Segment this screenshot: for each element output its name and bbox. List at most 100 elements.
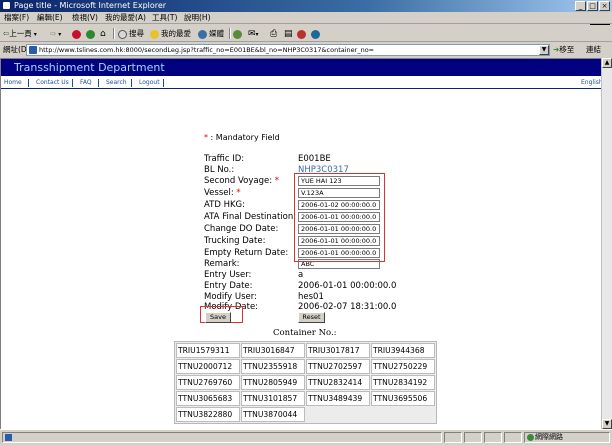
menu-tools[interactable]: 工具(T) bbox=[152, 12, 177, 24]
container-table: TRIU1579311 TRIU3016847 TRIU3017817 TRIU394… bbox=[174, 341, 437, 424]
reset-button[interactable]: Reset bbox=[298, 312, 325, 323]
history-icon bbox=[233, 29, 242, 39]
remark-label: Remark: bbox=[204, 259, 240, 269]
minimize-button[interactable]: _ bbox=[575, 1, 586, 11]
traffic-id-label: Traffic ID: bbox=[204, 154, 245, 164]
entry-date-value: 2006-01-01 00:00:00.0 bbox=[298, 281, 397, 291]
ata-final-label: ATA Final Destination: bbox=[204, 212, 297, 222]
container-cell: TRIU3016847 bbox=[241, 343, 305, 358]
status-cell bbox=[464, 432, 482, 443]
history-button[interactable] bbox=[233, 27, 244, 40]
forward-button[interactable]: ⇨ ▾ bbox=[50, 27, 61, 40]
table-row: TTNU2769760 TTNU2805949 TTNU2832414 TTNU283… bbox=[176, 375, 435, 390]
required-star: * bbox=[204, 133, 208, 142]
container-cell: TRIU3944368 bbox=[371, 343, 435, 358]
container-cell: TTNU2355918 bbox=[241, 359, 305, 374]
scroll-up-button[interactable]: ▲ bbox=[602, 58, 612, 68]
container-cell: TTNU2805949 bbox=[241, 375, 305, 390]
container-cell bbox=[371, 407, 435, 422]
container-cell: TTNU3695506 bbox=[371, 391, 435, 406]
toolbar-separator bbox=[113, 28, 115, 39]
traffic-id-value: E001BE bbox=[298, 154, 331, 164]
container-cell: TTNU2750229 bbox=[371, 359, 435, 374]
container-cell: TTNU3101857 bbox=[241, 391, 305, 406]
messenger-button[interactable] bbox=[311, 27, 322, 40]
menu-view[interactable]: 檢視(V) bbox=[72, 12, 98, 24]
address-input[interactable]: http://www.tslines.com.hk:8000/secondLeg… bbox=[26, 44, 550, 56]
container-cell: TTNU3870044 bbox=[241, 407, 305, 422]
status-cell bbox=[444, 432, 462, 443]
nav-english[interactable]: English bbox=[581, 78, 601, 88]
nav-separator bbox=[163, 79, 164, 87]
messenger-icon bbox=[311, 29, 320, 39]
home-icon: ⌂ bbox=[100, 29, 106, 39]
nav-logout[interactable]: Logout bbox=[139, 78, 160, 88]
maximize-button[interactable]: □ bbox=[587, 1, 598, 11]
empty-return-label: Empty Return Date: bbox=[204, 248, 289, 258]
window-title: Page title - Microsoft Internet Explorer bbox=[14, 1, 167, 10]
entry-user-label: Entry User: bbox=[204, 270, 252, 280]
container-cell: TTNU2834192 bbox=[371, 375, 435, 390]
table-row: TRIU1579311 TRIU3016847 TRIU3017817 TRIU394… bbox=[176, 343, 435, 358]
home-button[interactable]: ⌂ bbox=[100, 27, 106, 40]
refresh-button[interactable] bbox=[86, 27, 97, 40]
container-title: Container No.: bbox=[273, 328, 337, 338]
menu-favorites[interactable]: 我的最愛(A) bbox=[105, 12, 146, 24]
search-icon bbox=[118, 29, 127, 39]
title-bar: Page title - Microsoft Internet Explorer… bbox=[0, 0, 612, 12]
modify-date-value: 2006-02-07 18:31:00.0 bbox=[298, 302, 397, 312]
container-cell: TRIU3017817 bbox=[306, 343, 370, 358]
mandatory-note: * : Mandatory Field bbox=[204, 133, 280, 143]
address-bar: 網址(D) http://www.tslines.com.hk:8000/sec… bbox=[0, 43, 612, 57]
table-row: TTNU3065683 TTNU3101857 TTNU3489439 TTNU369… bbox=[176, 391, 435, 406]
edit-button[interactable]: ▤ bbox=[284, 27, 293, 40]
media-button[interactable]: 媒體 bbox=[198, 27, 224, 40]
address-dropdown-button[interactable]: ▼ bbox=[539, 45, 549, 55]
container-cell: TTNU3489439 bbox=[306, 391, 370, 406]
toolbar-separator bbox=[229, 28, 231, 39]
container-cell: TTNU2000712 bbox=[176, 359, 240, 374]
close-button[interactable]: × bbox=[599, 1, 610, 11]
discuss-button[interactable] bbox=[297, 27, 308, 40]
print-button[interactable]: ⎙ bbox=[270, 27, 277, 40]
nav-search[interactable]: Search bbox=[106, 78, 127, 88]
nav-separator bbox=[72, 79, 73, 87]
container-cell: TTNU3065683 bbox=[176, 391, 240, 406]
entry-date-label: Entry Date: bbox=[204, 281, 253, 291]
globe-icon bbox=[527, 434, 534, 441]
menu-file[interactable]: 檔案(F) bbox=[4, 12, 29, 24]
favorites-icon bbox=[150, 29, 159, 39]
save-button[interactable]: Save bbox=[205, 312, 231, 323]
trucking-date-label: Trucking Date: bbox=[204, 236, 266, 246]
menu-edit[interactable]: 編輯(E) bbox=[37, 12, 63, 24]
atd-hkg-label: ATD HKG: bbox=[204, 200, 246, 210]
site-banner: Transshipment Department bbox=[1, 59, 601, 76]
page-viewport: Transshipment Department Home Contact Us… bbox=[0, 58, 601, 429]
chevron-down-icon: ▼ bbox=[541, 46, 547, 53]
nav-faq[interactable]: FAQ bbox=[80, 78, 92, 88]
favorites-button[interactable]: 我的最愛 bbox=[150, 27, 191, 40]
stop-button[interactable] bbox=[72, 27, 83, 40]
stop-icon bbox=[72, 29, 81, 39]
container-cell: TTNU3822880 bbox=[176, 407, 240, 422]
site-title: Transshipment Department bbox=[14, 61, 165, 74]
menu-help[interactable]: 說明(H) bbox=[184, 12, 211, 24]
vertical-scrollbar[interactable]: ▲ ▼ bbox=[601, 58, 612, 429]
nav-contact-us[interactable]: Contact Us bbox=[36, 78, 69, 88]
container-cell: TTNU2832414 bbox=[306, 375, 370, 390]
search-button[interactable]: 搜尋 bbox=[118, 27, 144, 40]
bl-no-label: BL No.: bbox=[204, 165, 235, 175]
links-button[interactable]: 連結 bbox=[586, 43, 601, 57]
back-button[interactable]: ⇦上一頁 ▾ bbox=[3, 27, 37, 40]
mail-button[interactable]: ✉▾ bbox=[248, 27, 259, 40]
nav-home[interactable]: Home bbox=[4, 78, 22, 88]
change-do-label: Change DO Date: bbox=[204, 224, 279, 234]
print-icon: ⎙ bbox=[270, 29, 278, 39]
toolbar: ⇦上一頁 ▾ ⇨ ▾ ⌂ 搜尋 我的最愛 媒體 ✉▾ ⎙ ▤ bbox=[0, 25, 612, 42]
container-cell: TTNU2769760 bbox=[176, 375, 240, 390]
edit-icon: ▤ bbox=[284, 29, 293, 39]
scroll-down-button[interactable]: ▼ bbox=[602, 419, 612, 429]
go-button[interactable]: ➜移至 bbox=[553, 43, 574, 57]
chevron-up-icon: ▲ bbox=[604, 59, 610, 66]
refresh-icon bbox=[86, 29, 95, 39]
